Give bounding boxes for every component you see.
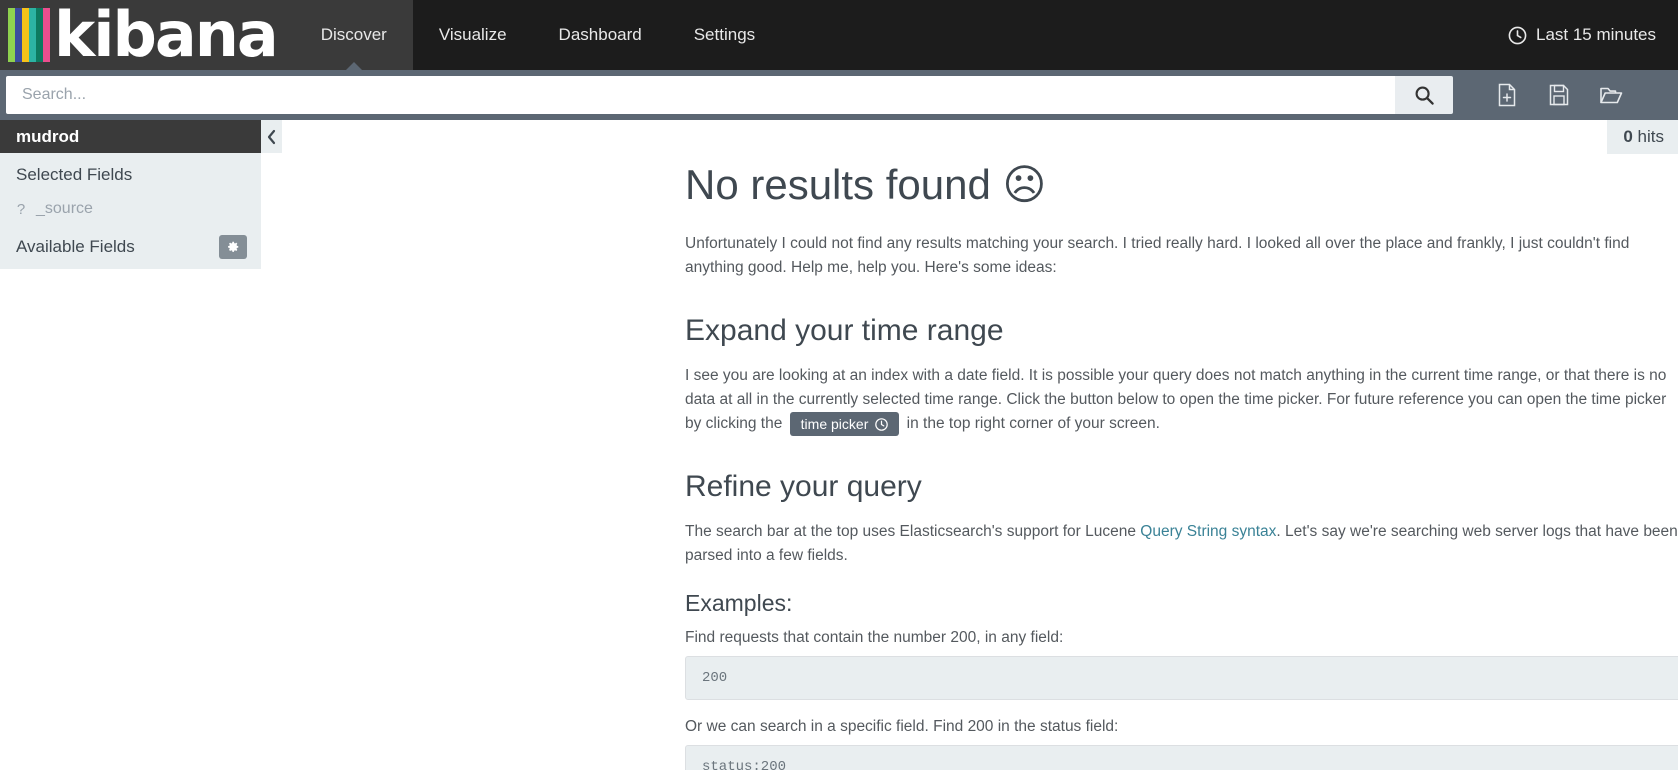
field-type-unknown-icon: ? bbox=[16, 200, 26, 218]
no-results-panel: No results found ☹ Unfortunately I could… bbox=[282, 120, 1678, 770]
selected-fields-title: Selected Fields bbox=[16, 165, 133, 184]
main-content: 0 hits No results found ☹ Unfortunately … bbox=[282, 120, 1678, 770]
hits-count: 0 bbox=[1623, 127, 1633, 146]
open-folder-icon bbox=[1599, 84, 1623, 106]
gear-icon bbox=[226, 240, 240, 254]
nav-link-settings[interactable]: Settings bbox=[668, 0, 781, 70]
brand-name: kibana bbox=[54, 0, 279, 71]
no-results-text: No results found bbox=[685, 161, 991, 208]
field-sidebar: mudrod Selected Fields ? _source Availab… bbox=[0, 120, 282, 770]
hits-label: hits bbox=[1637, 127, 1664, 146]
sidebar-inner: mudrod Selected Fields ? _source Availab… bbox=[0, 120, 261, 269]
chevron-left-icon bbox=[266, 129, 277, 145]
query-bar-actions bbox=[1453, 75, 1655, 115]
example-2-label: Or we can search in a specific field. Fi… bbox=[685, 718, 1119, 736]
intro-paragraph: Unfortunately I could not find any resul… bbox=[685, 235, 1630, 277]
example-1-code: 200 bbox=[685, 656, 1678, 701]
nav-link-visualize[interactable]: Visualize bbox=[413, 0, 533, 70]
open-search-button[interactable] bbox=[1589, 75, 1633, 115]
page-body: mudrod Selected Fields ? _source Availab… bbox=[0, 120, 1678, 770]
save-search-button[interactable] bbox=[1537, 75, 1581, 115]
page-title: No results found ☹ bbox=[685, 164, 1678, 206]
query-string-syntax-link[interactable]: Query String syntax bbox=[1140, 523, 1276, 540]
search-icon bbox=[1414, 85, 1435, 106]
time-picker-button[interactable]: Last 15 minutes bbox=[1508, 0, 1678, 70]
expand-time-range-heading: Expand your time range bbox=[685, 314, 1004, 348]
nav-link-dashboard[interactable]: Dashboard bbox=[533, 0, 668, 70]
refine-query-paragraph: The search bar at the top uses Elasticse… bbox=[685, 520, 1678, 568]
example-1-label: Find requests that contain the number 20… bbox=[685, 629, 1064, 647]
field-name-label: _source bbox=[36, 200, 93, 217]
available-fields-title: Available Fields bbox=[16, 237, 135, 256]
main-nav: Discover Visualize Dashboard Settings bbox=[294, 0, 781, 70]
clock-icon bbox=[875, 417, 889, 431]
expand-time-range-paragraph: I see you are looking at an index with a… bbox=[685, 364, 1678, 437]
search-submit-button[interactable] bbox=[1395, 76, 1453, 114]
examples-heading: Examples: bbox=[685, 590, 793, 617]
sidebar-collapse-button[interactable] bbox=[261, 120, 282, 153]
refine-query-heading: Refine your query bbox=[685, 470, 922, 504]
inline-time-picker-label: time picker bbox=[800, 416, 869, 433]
nav-link-discover[interactable]: Discover bbox=[294, 0, 413, 70]
kibana-brand: kibana bbox=[0, 0, 295, 70]
field-settings-button[interactable] bbox=[219, 235, 247, 259]
refine-text-part1: The search bar at the top uses Elasticse… bbox=[685, 523, 1136, 541]
hits-counter: 0 hits bbox=[1607, 120, 1678, 154]
new-search-button[interactable] bbox=[1485, 75, 1529, 115]
kibana-logo-icon bbox=[8, 8, 50, 62]
search-input[interactable] bbox=[6, 76, 1395, 114]
time-range-text-part2: in the top right corner of your screen. bbox=[906, 415, 1160, 433]
search-wrapper bbox=[6, 76, 1453, 114]
field-item-source[interactable]: ? _source bbox=[0, 195, 261, 227]
floppy-save-icon bbox=[1548, 83, 1570, 107]
new-document-icon bbox=[1496, 83, 1518, 107]
time-range-label: Last 15 minutes bbox=[1535, 25, 1656, 44]
clock-icon bbox=[1508, 26, 1527, 45]
query-bar bbox=[0, 70, 1678, 120]
top-navbar: kibana Discover Visualize Dashboard Sett… bbox=[0, 0, 1678, 70]
index-pattern-label: mudrod bbox=[16, 126, 80, 146]
frowning-face-icon: ☹ bbox=[1002, 161, 1047, 208]
index-pattern-selector[interactable]: mudrod bbox=[0, 120, 261, 153]
inline-time-picker-button[interactable]: time picker bbox=[789, 412, 900, 437]
available-fields-row: Available Fields bbox=[0, 227, 261, 269]
example-2-code: status:200 bbox=[685, 745, 1678, 770]
